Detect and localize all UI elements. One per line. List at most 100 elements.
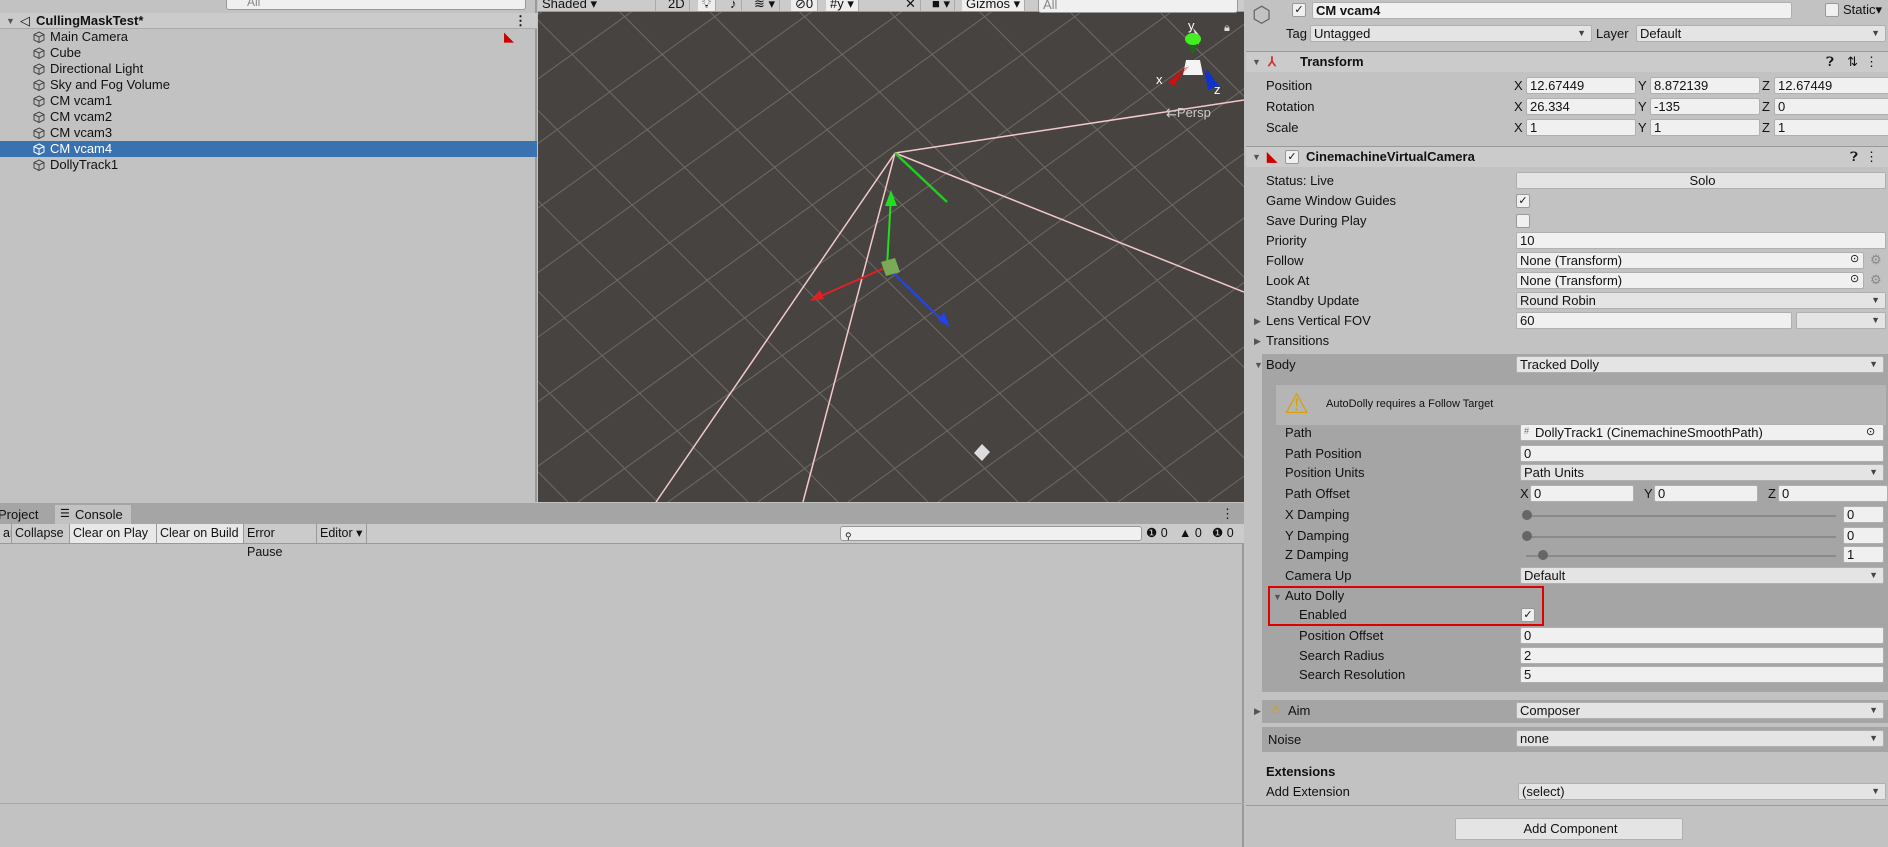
axis-label[interactable]: X: [1514, 78, 1523, 94]
collapse-arrow-icon[interactable]: ▼: [1254, 360, 1263, 370]
audio-toggle-icon[interactable]: ♪: [726, 0, 742, 11]
x-damping-slider[interactable]: [1526, 515, 1836, 517]
gear-icon[interactable]: ⚙: [1870, 272, 1882, 288]
hierarchy-item[interactable]: Main Camera ◣: [0, 29, 537, 45]
gizmo-arrow-z[interactable]: [938, 312, 950, 327]
aim-dropdown[interactable]: Composer: [1516, 702, 1884, 719]
y-damping-slider[interactable]: [1526, 536, 1836, 538]
path-offset-y-input[interactable]: 0: [1654, 485, 1758, 502]
axis-label[interactable]: Y: [1638, 99, 1647, 115]
gizmos-dropdown[interactable]: Gizmos ▾: [962, 0, 1026, 11]
game-window-guides-checkbox[interactable]: ✓: [1516, 194, 1530, 208]
axis-label[interactable]: X: [1514, 99, 1523, 115]
z-damping-slider[interactable]: [1526, 555, 1836, 557]
tab-console[interactable]: ☰ Console: [55, 505, 131, 524]
gear-icon[interactable]: ⚙: [1870, 252, 1882, 268]
lens-fov-input[interactable]: 60: [1516, 312, 1792, 329]
axis-label[interactable]: Z: [1762, 120, 1770, 136]
path-position-field[interactable]: 0: [1520, 445, 1884, 462]
transform-z-input[interactable]: 1: [1774, 119, 1888, 136]
follow-field[interactable]: None (Transform): [1516, 252, 1864, 269]
lock-icon[interactable]: 🔒︎: [1224, 22, 1230, 35]
x-damping-input[interactable]: 0: [1843, 506, 1884, 523]
transform-y-input[interactable]: 1: [1650, 119, 1760, 136]
add-component-button[interactable]: Add Component: [1455, 818, 1683, 840]
hierarchy-item[interactable]: Directional Light: [0, 61, 537, 77]
priority-input[interactable]: 10: [1516, 232, 1886, 249]
hidden-objects-toggle[interactable]: ⊘0: [791, 0, 819, 11]
persp-label[interactable]: ⇇Persp: [1166, 105, 1211, 121]
more-options-icon[interactable]: ⋮: [1221, 506, 1234, 522]
transitions-foldout[interactable]: Transitions: [1266, 333, 1329, 349]
orientation-y-cap[interactable]: [1185, 33, 1201, 45]
transform-x-input[interactable]: 1: [1526, 119, 1636, 136]
effects-icon[interactable]: ≋ ▾: [750, 0, 781, 11]
solo-button[interactable]: Solo: [1516, 172, 1886, 189]
orientation-center-cube[interactable]: [1183, 60, 1203, 75]
clear-button[interactable]: ar: [0, 524, 12, 543]
search-resolution-input[interactable]: 5: [1520, 666, 1884, 683]
hierarchy-item[interactable]: CM vcam1: [0, 93, 537, 109]
slider-handle[interactable]: [1522, 531, 1532, 541]
standby-update-dropdown[interactable]: Round Robin: [1516, 292, 1886, 309]
tag-dropdown[interactable]: Untagged: [1310, 25, 1592, 42]
path-offset-x-input[interactable]: 0: [1530, 485, 1634, 502]
axis-label[interactable]: Z: [1762, 99, 1770, 115]
tab-project[interactable]: Project: [0, 505, 52, 524]
position-units-dropdown[interactable]: Path Units: [1520, 464, 1884, 481]
help-icon[interactable]: ❓︎: [1850, 147, 1858, 167]
vcam-header[interactable]: ▼ ◣ ✓ CinemachineVirtualCamera ❓︎ ⋮: [1246, 146, 1888, 167]
more-options-icon[interactable]: ⋮: [1865, 52, 1878, 72]
scene-view[interactable]: y x z ⇇Persp 🔒︎: [538, 0, 1244, 502]
console-search-input[interactable]: ⚲: [840, 526, 1142, 541]
lens-preset-dropdown[interactable]: [1796, 312, 1886, 329]
static-dropdown[interactable]: Static▾: [1843, 2, 1882, 18]
grid-toggle-icon[interactable]: #y ▾: [826, 0, 859, 11]
expand-arrow-icon[interactable]: ▶: [1254, 316, 1261, 327]
expand-arrow-icon[interactable]: ▶: [1254, 336, 1261, 347]
body-dropdown[interactable]: Tracked Dolly: [1516, 356, 1884, 373]
transform-x-input[interactable]: 26.334: [1526, 98, 1636, 115]
active-checkbox[interactable]: ✓: [1292, 3, 1306, 17]
path-offset-z-input[interactable]: 0: [1778, 485, 1888, 502]
transform-y-input[interactable]: -135: [1650, 98, 1760, 115]
collapse-button[interactable]: Collapse: [12, 524, 70, 543]
scene-header[interactable]: ▼ ◁ CullingMaskTest* ⋮: [0, 13, 537, 29]
warning-count-toggle[interactable]: ▲ 0: [1179, 524, 1202, 543]
more-options-icon[interactable]: ⋮: [1865, 147, 1878, 167]
scene-search-input[interactable]: All: [1038, 0, 1238, 13]
collapse-arrow-icon[interactable]: ▼: [1252, 147, 1261, 167]
axis-label[interactable]: Y: [1638, 78, 1647, 94]
transform-x-input[interactable]: 12.67449: [1526, 77, 1636, 94]
hierarchy-item[interactable]: CM vcam4: [0, 141, 537, 157]
transform-header[interactable]: ▼ ⅄ Transform ❓︎ ⇅ ⋮: [1246, 51, 1888, 72]
static-checkbox[interactable]: [1825, 3, 1839, 17]
camera-icon[interactable]: ■ ▾: [928, 0, 955, 11]
position-offset-input[interactable]: 0: [1520, 627, 1884, 644]
axis-label[interactable]: Z: [1762, 78, 1770, 94]
hierarchy-item[interactable]: CM vcam3: [0, 125, 537, 141]
y-damping-input[interactable]: 0: [1843, 527, 1884, 544]
add-extension-dropdown[interactable]: (select): [1518, 783, 1886, 800]
cube-object[interactable]: [974, 444, 990, 461]
hierarchy-search-input[interactable]: All: [226, 0, 526, 10]
slider-handle[interactable]: [1537, 550, 1548, 560]
save-during-play-checkbox[interactable]: [1516, 214, 1530, 228]
layer-dropdown[interactable]: Default: [1636, 25, 1886, 42]
expand-arrow-icon[interactable]: ▶: [1254, 706, 1261, 717]
clear-on-build-button[interactable]: Clear on Build: [157, 524, 244, 543]
help-icon[interactable]: ❓︎: [1826, 52, 1834, 72]
clear-on-play-button[interactable]: Clear on Play: [70, 524, 157, 543]
z-damping-input[interactable]: 1: [1843, 546, 1884, 563]
path-field[interactable]: DollyTrack1 (CinemachineSmoothPath): [1520, 424, 1884, 441]
object-picker-icon[interactable]: ⊙: [1850, 272, 1859, 285]
object-picker-icon[interactable]: ⊙: [1866, 425, 1875, 438]
info-count-toggle[interactable]: ❶ 0: [1212, 524, 1234, 543]
transform-y-input[interactable]: 8.872139: [1650, 77, 1760, 94]
shading-dropdown[interactable]: Shaded ▾: [538, 0, 656, 11]
slider-handle[interactable]: [1522, 510, 1532, 520]
expand-arrow-icon[interactable]: ▼: [6, 13, 15, 29]
camera-up-dropdown[interactable]: Default: [1520, 567, 1884, 584]
error-pause-button[interactable]: Error Pause: [244, 524, 317, 559]
2d-toggle[interactable]: 2D: [664, 0, 690, 11]
